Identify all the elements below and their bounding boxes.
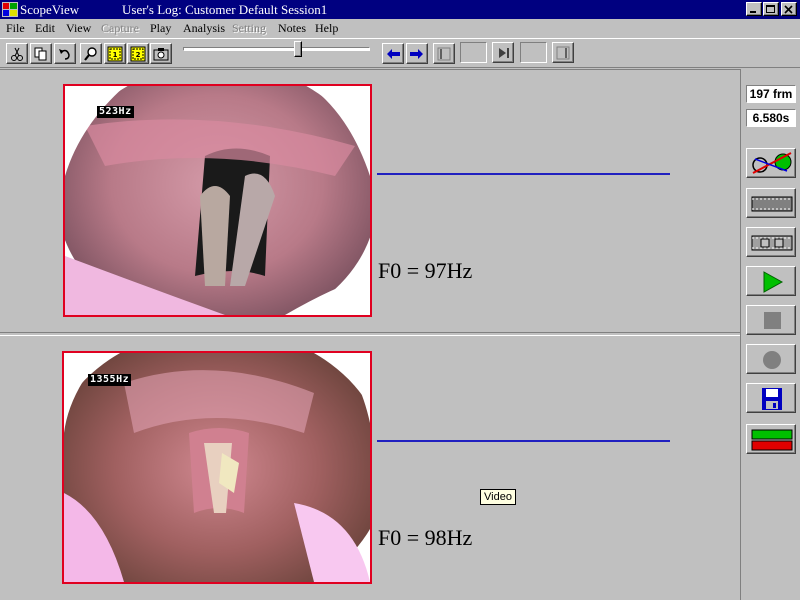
close-button[interactable] [781, 2, 797, 16]
menu-analysis[interactable]: Analysis [183, 21, 225, 36]
play-button[interactable] [746, 266, 796, 296]
menu-play[interactable]: Play [150, 21, 171, 36]
analysis-icon [752, 152, 792, 174]
zoom-icon [84, 47, 97, 61]
bottom-video-frame[interactable]: 1355Hz [62, 351, 372, 584]
toolbar: 1 2 [0, 38, 800, 68]
svg-text:1: 1 [113, 51, 118, 59]
stop-button[interactable] [746, 305, 796, 335]
playback-slider-track[interactable] [183, 47, 370, 51]
menu-view[interactable]: View [66, 21, 91, 36]
menu-bar: File Edit View Capture Play Analysis Set… [0, 19, 800, 37]
level-bars-icon [751, 429, 793, 451]
app-icon[interactable] [2, 2, 18, 17]
menu-capture[interactable]: Capture [101, 21, 139, 36]
maximize-button[interactable] [763, 2, 779, 16]
record-button[interactable] [746, 344, 796, 374]
bottom-f0-label: F0 = 98Hz [378, 525, 473, 550]
playback-slider-thumb[interactable] [294, 41, 302, 57]
frame-start-icon [437, 47, 451, 61]
menu-help[interactable]: Help [315, 21, 338, 36]
next-frame-button[interactable] [406, 43, 428, 64]
analysis-button[interactable] [746, 148, 796, 178]
copy-icon [34, 47, 47, 61]
copy-button[interactable] [30, 43, 52, 64]
frame-count-readout: 197 frm [746, 85, 796, 103]
fullscreen-icon [556, 46, 570, 60]
zoom-button[interactable] [80, 43, 102, 64]
top-signal-line [377, 173, 670, 175]
menu-setting[interactable]: Setting [232, 21, 266, 36]
calibrate-2-button[interactable]: 2 [127, 43, 149, 64]
save-icon [762, 388, 782, 410]
camera-button[interactable] [150, 43, 172, 64]
undo-icon [59, 49, 70, 60]
stop-icon [764, 312, 781, 329]
level-bars-button[interactable] [746, 424, 796, 454]
arrow-left-icon [387, 49, 400, 59]
title-bar[interactable]: ScopeView User's Log: Customer Default S… [0, 0, 800, 19]
minimize-button[interactable] [746, 2, 762, 16]
calibrate-1-button[interactable]: 1 [104, 43, 126, 64]
film-strip-icon [751, 196, 793, 212]
film-strip-button[interactable] [746, 188, 796, 218]
frame-end-button[interactable] [492, 42, 514, 63]
scopeview-window: ScopeView User's Log: Customer Default S… [0, 0, 800, 600]
calibrate-1-icon: 1 [107, 46, 123, 62]
top-video-image [65, 86, 370, 315]
app-title: ScopeView [20, 2, 80, 17]
video-tooltip: Video [480, 489, 516, 505]
bottom-video-image [64, 353, 370, 582]
previous-frame-button[interactable] [382, 43, 404, 64]
top-f0-label: F0 = 97Hz [378, 258, 473, 283]
close-icon [784, 5, 793, 14]
start-frame-field[interactable] [460, 42, 487, 63]
frame-start-button[interactable] [433, 43, 455, 64]
play-icon [763, 271, 784, 293]
menu-edit[interactable]: Edit [35, 21, 55, 36]
document-title: User's Log: Customer Default Session1 [122, 2, 328, 17]
fullscreen-button[interactable] [552, 42, 574, 63]
film-strip-select-button[interactable] [746, 227, 796, 257]
film-strip-select-icon [751, 235, 793, 251]
control-panel: 197 frm 6.580s [740, 69, 800, 600]
bottom-frequency-overlay: 1355Hz [88, 374, 132, 386]
calibrate-2-icon: 2 [130, 46, 146, 62]
save-button[interactable] [746, 383, 796, 413]
bottom-signal-line [377, 440, 670, 442]
menu-file[interactable]: File [6, 21, 25, 36]
main-pane: 523Hz F0 = 97Hz 1355Hz F0 = 98Hz [0, 69, 740, 600]
svg-text:2: 2 [136, 51, 141, 59]
top-frequency-overlay: 523Hz [97, 106, 134, 118]
pane-divider[interactable] [0, 332, 740, 336]
camera-icon [153, 48, 169, 61]
top-video-frame[interactable]: 523Hz [63, 84, 372, 317]
maximize-icon [766, 5, 775, 13]
frame-end-icon [499, 48, 509, 58]
cut-button[interactable] [6, 43, 28, 64]
menu-notes[interactable]: Notes [278, 21, 306, 36]
cut-icon [11, 47, 23, 61]
minimize-icon [750, 11, 756, 13]
record-icon [763, 351, 781, 369]
undo-button[interactable] [54, 43, 76, 64]
end-frame-field[interactable] [520, 42, 547, 63]
arrow-right-icon [410, 49, 423, 59]
duration-readout: 6.580s [746, 109, 796, 127]
